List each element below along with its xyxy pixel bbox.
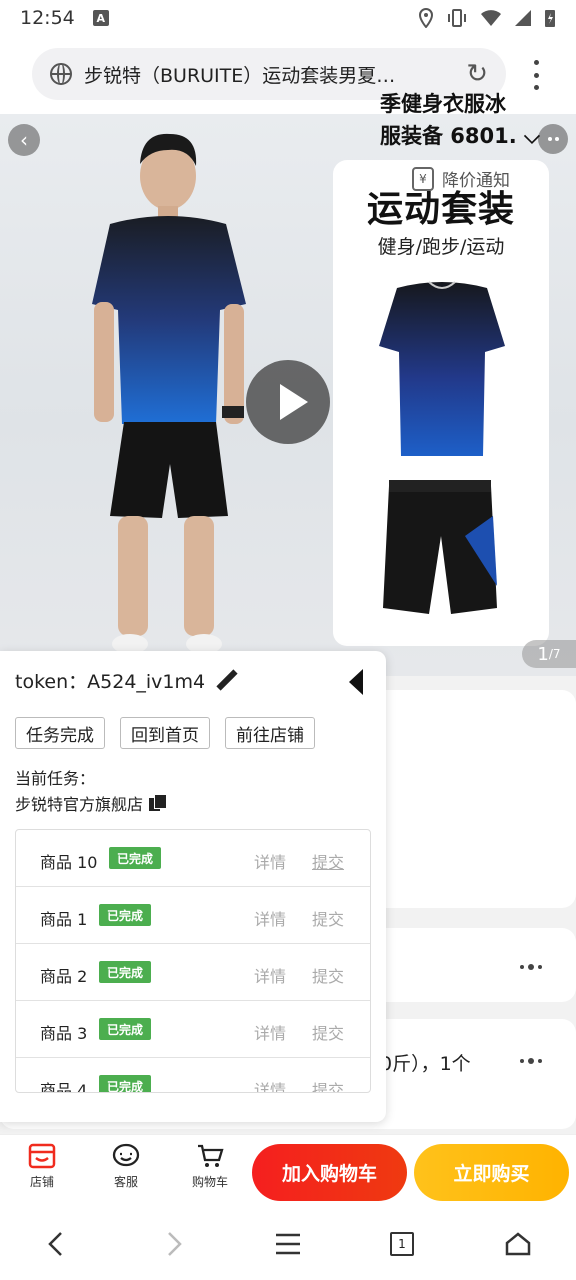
product-title[interactable]: 季健身衣服冰 服装备 6801. ⌵ bbox=[380, 88, 540, 152]
image-counter-total: /7 bbox=[548, 647, 561, 661]
image-counter-current: 1 bbox=[537, 643, 549, 665]
service-label: 客服 bbox=[113, 1175, 138, 1189]
shop-icon bbox=[28, 1143, 56, 1169]
detail-link[interactable]: 详情 bbox=[254, 1020, 286, 1044]
cart-icon bbox=[198, 1144, 224, 1167]
price-alert-icon: ¥ bbox=[412, 166, 434, 191]
home-icon[interactable] bbox=[498, 1226, 538, 1262]
submit-link[interactable]: 提交 bbox=[312, 963, 344, 987]
buy-now-button[interactable]: 立即购买 bbox=[414, 1144, 569, 1201]
status-bar: 12:54 A bbox=[0, 0, 576, 36]
price-alert-button[interactable]: ¥ 降价通知 bbox=[412, 166, 510, 191]
status-badge: 已完成 bbox=[99, 1075, 152, 1092]
list-item: 商品 2 已完成 详情 提交 bbox=[16, 944, 370, 1001]
url-title[interactable]: 步锐特（BURUITE）运动套装男夏… bbox=[84, 61, 454, 88]
tabs-icon[interactable]: 1 bbox=[382, 1226, 422, 1262]
notification-icon: A bbox=[92, 10, 109, 26]
menu-icon[interactable] bbox=[268, 1226, 308, 1262]
service-button[interactable]: 客服 bbox=[96, 1143, 156, 1190]
cart-label: 购物车 bbox=[191, 1175, 228, 1189]
forward-icon[interactable] bbox=[154, 1226, 194, 1262]
status-badge: 已完成 bbox=[109, 847, 162, 869]
signal-icon bbox=[515, 10, 531, 26]
submit-link[interactable]: 提交 bbox=[312, 849, 344, 873]
more-icon[interactable] bbox=[538, 124, 568, 154]
list-item: 商品 1 已完成 详情 提交 bbox=[16, 887, 370, 944]
browser-nav-bar: 1 bbox=[0, 1208, 576, 1280]
shop-button[interactable]: 店铺 bbox=[12, 1143, 72, 1190]
item-name: 商品 1 bbox=[40, 910, 88, 929]
list-item: 商品 3 已完成 详情 提交 bbox=[16, 1001, 370, 1058]
promo-subtitle: 健身/跑步/运动 bbox=[377, 236, 505, 258]
current-task-label: 当前任务： bbox=[15, 769, 96, 788]
price-alert-label: 降价通知 bbox=[442, 171, 510, 191]
back-icon[interactable] bbox=[36, 1226, 76, 1262]
expand-chevron-icon[interactable]: ⌵ bbox=[517, 124, 540, 148]
tabs-count: 1 bbox=[390, 1232, 414, 1256]
task-panel: token：A524_iv1m4 任务完成 回到首页 前往店铺 当前任务： 步锐… bbox=[0, 651, 386, 1122]
token-text: token：A524_iv1m4 bbox=[15, 671, 206, 693]
home-button[interactable]: 回到首页 bbox=[120, 717, 210, 749]
more-dots-icon[interactable] bbox=[520, 964, 542, 970]
more-dots-icon[interactable] bbox=[520, 1058, 542, 1064]
status-badge: 已完成 bbox=[99, 904, 152, 926]
customer-service-icon bbox=[112, 1143, 140, 1167]
wifi-icon bbox=[481, 10, 501, 26]
shirt-image bbox=[379, 281, 505, 456]
submit-link[interactable]: 提交 bbox=[312, 1077, 344, 1092]
vibrate-icon bbox=[448, 9, 466, 27]
task-item-list[interactable]: 商品 10 已完成 详情 提交 商品 1 已完成 详情 提交 商品 2 已完成 … bbox=[15, 829, 371, 1093]
collapse-panel-icon[interactable] bbox=[349, 669, 363, 695]
status-badge: 已完成 bbox=[99, 961, 152, 983]
shorts-image bbox=[383, 480, 497, 614]
edit-pencil-icon[interactable] bbox=[215, 670, 237, 692]
reload-icon[interactable]: ↻ bbox=[466, 59, 488, 89]
shop-label: 店铺 bbox=[29, 1175, 54, 1189]
submit-link[interactable]: 提交 bbox=[312, 906, 344, 930]
task-done-button[interactable]: 任务完成 bbox=[15, 717, 105, 749]
go-shop-button[interactable]: 前往店铺 bbox=[225, 717, 315, 749]
product-title-line2: 服装备 6801. ⌵ bbox=[380, 124, 540, 148]
item-name: 商品 3 bbox=[40, 1024, 88, 1043]
status-time: 12:54 bbox=[20, 7, 75, 29]
status-icons bbox=[418, 8, 556, 28]
list-item: 商品 10 已完成 详情 提交 bbox=[16, 830, 370, 887]
play-video-button[interactable] bbox=[246, 360, 330, 444]
product-image-carousel[interactable]: ‹ 运动套装 健身/跑步/运动 1 /7 bbox=[0, 114, 576, 676]
detail-link[interactable]: 详情 bbox=[254, 849, 286, 873]
status-badge: 已完成 bbox=[99, 1018, 152, 1040]
current-shop: 步锐特官方旗舰店 bbox=[15, 791, 168, 815]
back-arrow-icon[interactable]: ‹ bbox=[8, 124, 40, 156]
battery-icon bbox=[545, 10, 555, 27]
detail-link[interactable]: 详情 bbox=[254, 906, 286, 930]
list-item: 商品 4 已完成 详情 提交 bbox=[16, 1058, 370, 1093]
current-shop-name: 步锐特官方旗舰店 bbox=[15, 795, 144, 814]
item-name: 商品 10 bbox=[40, 853, 98, 872]
browser-menu-icon[interactable] bbox=[527, 60, 545, 90]
bottom-action-bar: 店铺 客服 购物车 加入购物车 立即购买 bbox=[0, 1134, 576, 1208]
item-name: 商品 4 bbox=[40, 1081, 88, 1093]
model-photo bbox=[92, 133, 246, 654]
detail-link[interactable]: 详情 bbox=[254, 1077, 286, 1092]
location-icon bbox=[418, 8, 434, 28]
promo-card: 运动套装 健身/跑步/运动 bbox=[333, 160, 549, 646]
submit-link[interactable]: 提交 bbox=[312, 1020, 344, 1044]
image-counter: 1 /7 bbox=[522, 640, 576, 668]
cart-button[interactable]: 购物车 bbox=[180, 1143, 240, 1190]
add-to-cart-button[interactable]: 加入购物车 bbox=[252, 1144, 407, 1201]
token-value: A524_iv1m4 bbox=[87, 671, 206, 693]
detail-link[interactable]: 详情 bbox=[254, 963, 286, 987]
spec-text: 0斤），1个 bbox=[380, 1053, 471, 1075]
product-title-line1: 季健身衣服冰 bbox=[380, 92, 506, 116]
token-line: token：A524_iv1m4 bbox=[15, 667, 237, 694]
item-name: 商品 2 bbox=[40, 967, 88, 986]
copy-icon[interactable] bbox=[149, 794, 168, 812]
globe-icon bbox=[50, 63, 72, 85]
